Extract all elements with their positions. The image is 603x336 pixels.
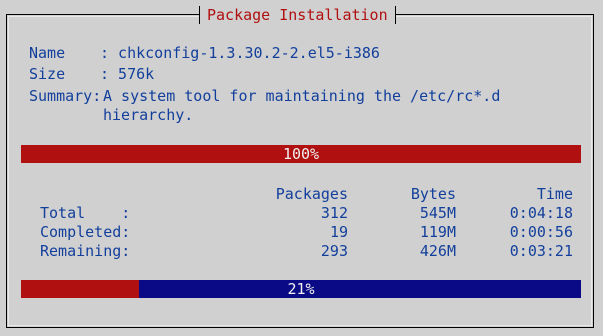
installer-screen: Package Installation Name : chkconfig-1.… <box>0 0 603 336</box>
package-progress-bar: 100% <box>21 145 581 163</box>
row-bytes: 426M <box>419 242 456 260</box>
size-label: Size <box>29 65 66 83</box>
size-value: : 576k <box>100 65 155 83</box>
row-label: Total : <box>40 204 131 222</box>
packages-header: Packages <box>275 185 348 203</box>
package-progress-label: 100% <box>282 145 320 163</box>
name-label: Name <box>29 44 66 62</box>
summary-value: A system tool for maintaining the /etc/r… <box>103 87 501 105</box>
summary-continuation: hierarchy. <box>103 106 194 124</box>
row-packages: 312 <box>320 204 348 222</box>
summary-label: Summary: <box>29 87 102 105</box>
row-time: 0:00:56 <box>509 223 573 241</box>
stats-row-completed: Completed: 19 119M 0:00:56 <box>40 223 577 241</box>
stats-row-remaining: Remaining: 293 426M 0:03:21 <box>40 242 577 260</box>
row-bytes: 545M <box>419 204 456 222</box>
row-label: Remaining: <box>40 242 131 260</box>
row-packages: 293 <box>320 242 348 260</box>
overall-progress-label: 21% <box>287 280 315 298</box>
stats-row-total: Total : 312 545M 0:04:18 <box>40 204 577 222</box>
overall-progress-bar: 21% <box>21 280 581 298</box>
row-label: Completed: <box>40 223 131 241</box>
row-bytes: 119M <box>419 223 456 241</box>
row-time: 0:04:18 <box>509 204 573 222</box>
stats-header: Packages Bytes Time <box>40 185 577 203</box>
name-value: : chkconfig-1.3.30.2-2.el5-i386 <box>100 44 380 62</box>
row-time: 0:03:21 <box>509 242 573 260</box>
dialog-title: Package Installation <box>199 6 396 24</box>
row-packages: 19 <box>329 223 348 241</box>
bytes-header: Bytes <box>410 185 456 203</box>
time-header: Time <box>536 185 573 203</box>
